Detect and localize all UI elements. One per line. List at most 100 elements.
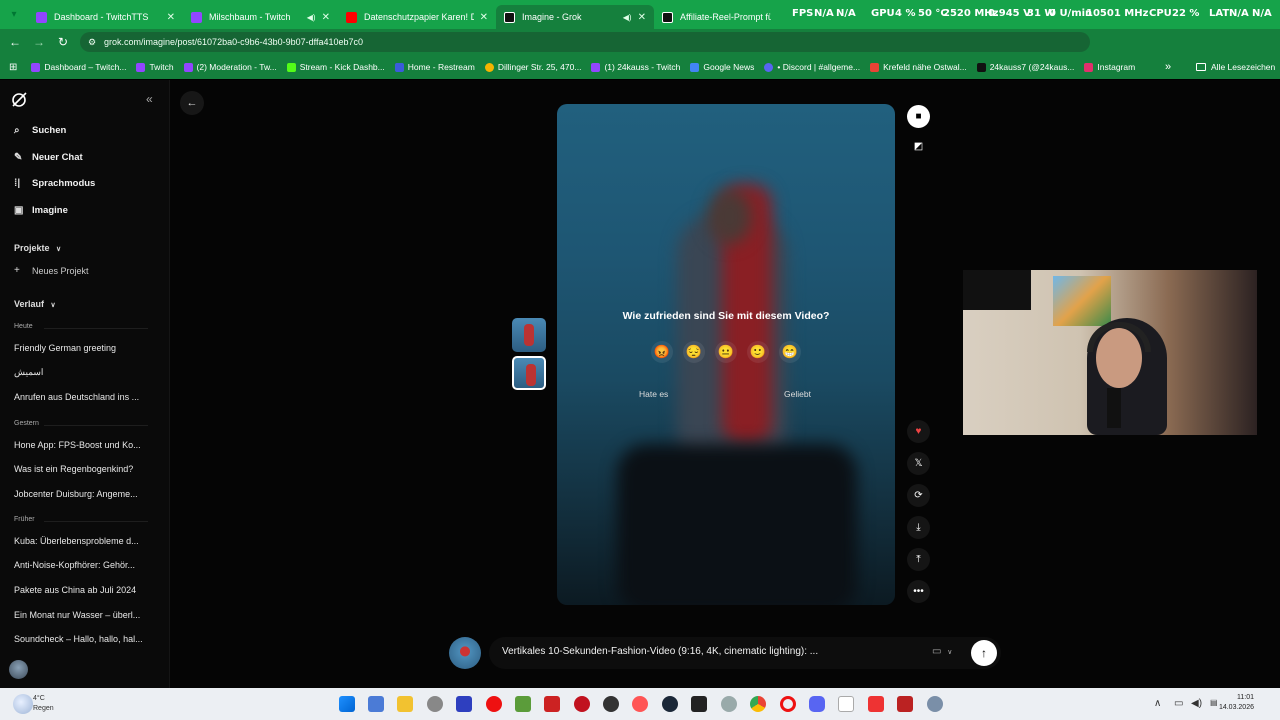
opera-gx-icon[interactable]	[486, 696, 502, 712]
regenerate-button[interactable]: ⟳	[907, 484, 930, 507]
bookmarks-overflow-button[interactable]: »	[1165, 61, 1171, 73]
minecraft-icon[interactable]	[515, 696, 531, 712]
volume-icon[interactable]: ◀)	[1191, 698, 1202, 709]
video-thumbnail[interactable]	[512, 318, 546, 352]
opera-icon[interactable]	[780, 696, 796, 712]
address-bar[interactable]: ⚙ grok.com/imagine/post/61072ba0-c9b6-43…	[80, 32, 1090, 52]
new-project-button[interactable]: + Neues Projekt	[14, 265, 89, 276]
epic-games-icon[interactable]	[691, 696, 707, 712]
nav-search[interactable]: ⌕ Suchen	[14, 125, 66, 136]
chrome-icon[interactable]	[750, 696, 766, 712]
video-mode-selector[interactable]: ▭ ∨	[932, 646, 952, 657]
history-item[interactable]: Soundcheck – Hallo, hallo, hal...	[14, 634, 154, 644]
nav-imagine[interactable]: ▣ Imagine	[14, 205, 68, 216]
user-avatar[interactable]	[9, 660, 28, 679]
red-app-icon[interactable]	[868, 696, 884, 712]
video-mode-button[interactable]: ■	[907, 105, 930, 128]
reload-icon[interactable]: ↻	[51, 35, 75, 49]
bookmark-item[interactable]: 24kauss7 (@24kaus...	[976, 62, 1074, 72]
tab-close-icon[interactable]: ✕	[167, 12, 175, 23]
site-info-icon[interactable]: ⚙	[88, 32, 96, 52]
bookmark-item[interactable]: Krefeld nähe Ostwal...	[870, 62, 967, 72]
back-button[interactable]: ←	[180, 91, 204, 115]
share-x-button[interactable]: 𝕏	[907, 452, 930, 475]
like-button[interactable]: ♥	[907, 420, 930, 443]
bookmark-item[interactable]: Dashboard – Twitch...	[31, 62, 126, 72]
history-item[interactable]: Friendly German greeting	[14, 343, 154, 353]
collapse-sidebar-icon[interactable]: «	[146, 92, 153, 106]
bookmark-item[interactable]: • Discord | #allgeme...	[764, 62, 860, 72]
rating-angry-icon[interactable]: 😡	[651, 341, 673, 363]
history-item[interactable]: Kuba: Überlebensprobleme d...	[14, 536, 154, 546]
tab-datenschutz[interactable]: Datenschutzpapier Karen! Dein ✕	[338, 5, 496, 29]
rating-smile-icon[interactable]: 🙂	[747, 341, 769, 363]
more-options-button[interactable]: •••	[907, 580, 930, 603]
app-store-badge-icon[interactable]	[544, 696, 560, 712]
history-item[interactable]: اسمیش	[14, 367, 43, 378]
projects-header[interactable]: Projekte ∨	[14, 243, 61, 253]
calculator-icon[interactable]	[368, 696, 384, 712]
gear-app-icon[interactable]	[927, 696, 943, 712]
nav-voice-mode[interactable]: ⁞| Sprachmodus	[14, 178, 95, 189]
tab-affiliate[interactable]: Affiliate-Reel-Prompt für Styling	[654, 5, 779, 29]
tab-close-icon[interactable]: ✕	[638, 12, 646, 23]
mouse-app-icon[interactable]	[427, 696, 443, 712]
send-button[interactable]: ↑	[971, 640, 997, 666]
history-header[interactable]: Verlauf ∨	[14, 299, 56, 309]
tab-milschbaum[interactable]: Milschbaum - Twitch ◀) ✕	[183, 5, 338, 29]
video-player[interactable]: Wie zufrieden sind Sie mit diesem Video?…	[557, 104, 895, 605]
tab-close-icon[interactable]: ✕	[480, 12, 488, 23]
bookmark-item[interactable]: Google News	[690, 62, 754, 72]
tray-overflow-icon[interactable]: ∧	[1154, 698, 1161, 709]
all-bookmarks-folder[interactable]: Alle Lesezeichen	[1196, 62, 1275, 72]
share-button[interactable]: ⤒	[907, 548, 930, 571]
history-item[interactable]: Jobcenter Duisburg: Angeme...	[14, 489, 154, 499]
tray-device-icon[interactable]: ▭	[1174, 698, 1183, 709]
tab-audio-icon[interactable]: ◀)	[307, 13, 316, 22]
browser-alt-icon[interactable]	[632, 696, 648, 712]
file-explorer-icon[interactable]	[397, 696, 413, 712]
obs-icon[interactable]	[603, 696, 619, 712]
notepad-icon[interactable]	[838, 696, 854, 712]
rating-grin-icon[interactable]: 😁	[779, 341, 801, 363]
game-launcher-icon[interactable]	[897, 696, 913, 712]
bookmark-item[interactable]: (1) 24kauss - Twitch	[591, 62, 680, 72]
download-button[interactable]: ⤓	[907, 516, 930, 539]
start-windows-icon[interactable]	[339, 696, 355, 712]
history-item[interactable]: Was ist ein Regenbogenkind?	[14, 464, 154, 474]
discord-icon[interactable]	[809, 696, 825, 712]
history-item[interactable]: Ein Monat nur Wasser – überl...	[14, 610, 154, 620]
history-item[interactable]: Anrufen aus Deutschland ins ...	[14, 392, 154, 402]
weather-icon[interactable]	[13, 694, 33, 714]
back-arrow-icon[interactable]: ←	[3, 35, 27, 49]
tab-dashboard[interactable]: Dashboard - TwitchTTS ✕	[28, 5, 183, 29]
tab-search-icon[interactable]: ▾	[0, 0, 28, 29]
prompt-input[interactable]: Vertikales 10-Sekunden-Fashion-Video (9:…	[489, 637, 1001, 669]
bookmark-item[interactable]: Instagram	[1084, 62, 1135, 72]
grok-logo-icon[interactable]	[11, 92, 27, 108]
tab-audio-icon[interactable]: ◀)	[623, 13, 632, 22]
media-app-icon[interactable]	[574, 696, 590, 712]
bookmark-item[interactable]: (2) Moderation - Tw...	[183, 62, 277, 72]
history-item[interactable]: Anti-Noise-Kopfhörer: Gehör...	[14, 560, 154, 570]
history-item[interactable]: Pakete aus China ab Juli 2024	[14, 585, 154, 595]
bookmark-item[interactable]: Dillinger Str. 25, 470...	[484, 62, 581, 72]
history-item[interactable]: Hone App: FPS-Boost und Ko...	[14, 440, 154, 450]
tab-imagine-grok[interactable]: Imagine - Grok ◀) ✕	[496, 5, 654, 29]
apps-grid-icon[interactable]: ⊞	[9, 62, 17, 73]
settings-app-icon[interactable]	[721, 696, 737, 712]
prompt-image-thumbnail[interactable]	[449, 637, 481, 669]
bookmark-item[interactable]: Stream - Kick Dashb...	[286, 62, 385, 72]
rating-neutral-icon[interactable]: 😐	[715, 341, 737, 363]
tab-close-icon[interactable]: ✕	[322, 12, 330, 23]
system-clock[interactable]: 11:01 14.03.2026	[1214, 694, 1254, 711]
nav-new-chat[interactable]: ✎ Neuer Chat	[14, 152, 83, 163]
vpn-app-icon[interactable]	[456, 696, 472, 712]
video-thumbnail-selected[interactable]	[512, 356, 546, 390]
forward-arrow-icon[interactable]: →	[27, 35, 51, 49]
bookmark-item[interactable]: Home - Restream	[394, 62, 475, 72]
bookmark-item[interactable]: Twitch	[136, 62, 174, 72]
rating-sad-icon[interactable]: 😔	[683, 341, 705, 363]
steam-icon[interactable]	[662, 696, 678, 712]
image-mode-button[interactable]: ◩	[907, 135, 930, 158]
